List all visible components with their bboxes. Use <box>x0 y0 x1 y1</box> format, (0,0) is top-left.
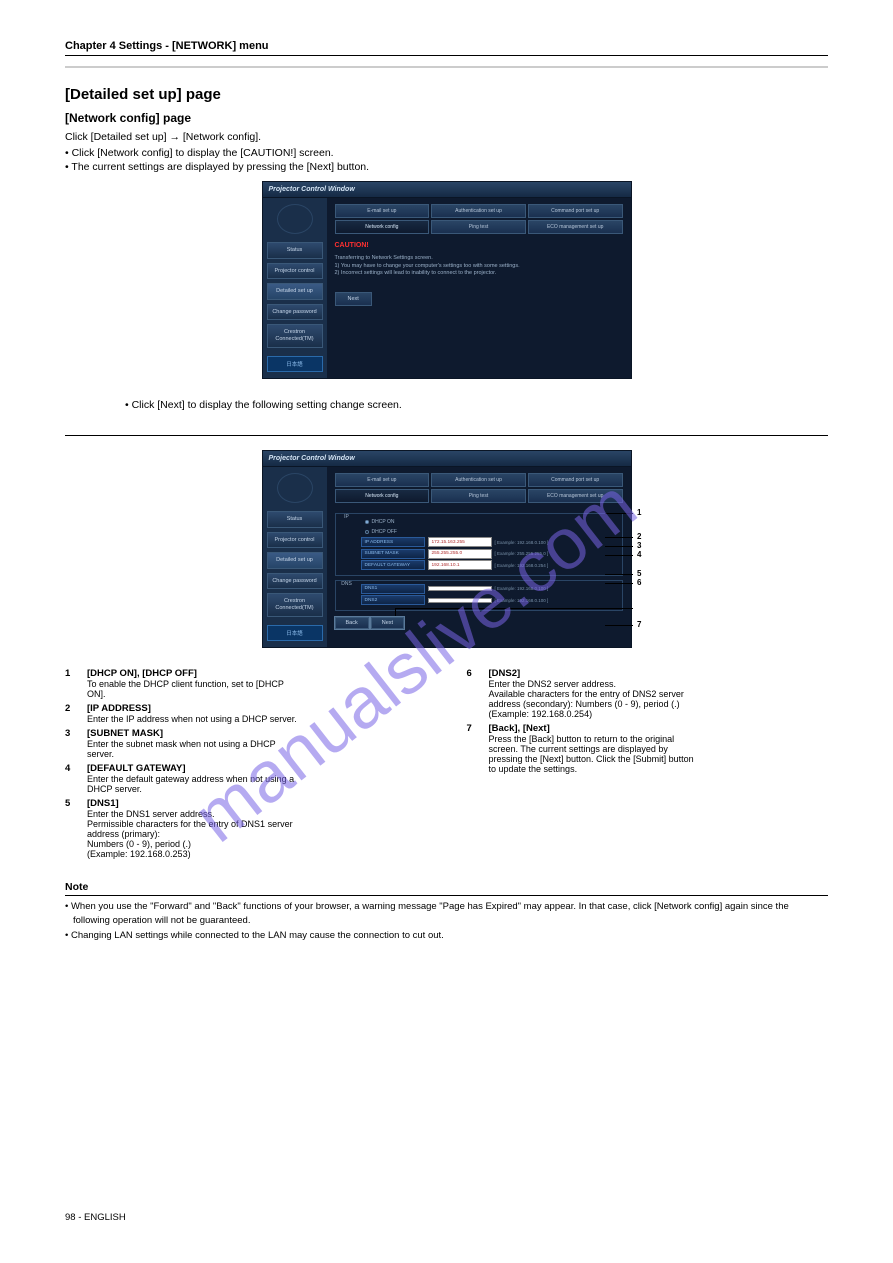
sidebar-change-password-2[interactable]: Change password <box>267 573 323 590</box>
dns-section-label: DNS <box>336 581 358 610</box>
sidebar-language-2[interactable]: 日本語 <box>267 625 323 641</box>
gateway-example: [ Example: 192.168.0.254 ] <box>495 563 549 568</box>
tab-command-port[interactable]: Command port set up <box>528 204 623 218</box>
sidebar-status[interactable]: Status <box>267 242 323 259</box>
projector-window: Projector Control Window Status Projecto… <box>262 181 632 379</box>
caution-desc-1: Transferring to Network Settings screen. <box>335 255 623 263</box>
gateway-label: DEFAULT GATEWAY <box>361 560 425 570</box>
callout-1: 1 <box>637 508 641 517</box>
sidebar-projector-control[interactable]: Projector control <box>267 263 323 280</box>
ip-section-label: IP <box>336 514 358 575</box>
screenshot-1: Projector Control Window Status Projecto… <box>65 181 828 379</box>
subnet-example: [ Example: 255.255.255.0 ] <box>495 551 549 556</box>
section-subtitle: [Network config] page <box>65 111 828 125</box>
window-title: Projector Control Window <box>263 182 631 198</box>
def-4-desc: Enter the default gateway address when n… <box>87 774 297 794</box>
logo-icon-2 <box>277 473 313 503</box>
subnet-label: SUBNET MASK <box>361 549 425 559</box>
page-footer: 98 - ENGLISH <box>65 1212 828 1223</box>
page-number: 98 - ENGLISH <box>65 1212 126 1223</box>
dns2-label: DNS2 <box>361 595 425 605</box>
callout-3: 3 <box>637 541 641 550</box>
tab-network-config[interactable]: Network config <box>335 220 430 234</box>
window-title-2: Projector Control Window <box>263 451 631 467</box>
sidebar-detailed-setup-2[interactable]: Detailed set up <box>267 552 323 569</box>
tab-auth-2[interactable]: Authentication set up <box>431 473 526 487</box>
dns2-example: [ Example: 192.168.0.100 ] <box>495 598 549 603</box>
main-panel-2: E-mail set up Authentication set up Comm… <box>327 467 631 647</box>
ip-address-input[interactable]: 172.15.163.255 <box>428 537 492 547</box>
def-3-title: [SUBNET MASK] <box>87 728 207 739</box>
dhcp-off-radio[interactable]: DHCP OFF <box>361 527 619 537</box>
bullet-1: • Click [Network config] to display the … <box>65 147 828 159</box>
tab-eco[interactable]: ECO management set up <box>528 220 623 234</box>
sidebar-projector-control-2[interactable]: Projector control <box>267 532 323 549</box>
tab-ping-2[interactable]: Ping test <box>431 489 526 503</box>
back-button[interactable]: Back <box>335 617 369 629</box>
logo-icon <box>277 204 313 234</box>
screenshot-2: Projector Control Window Status Projecto… <box>65 450 828 648</box>
caution-text: CAUTION! <box>335 242 623 249</box>
def-6-title: [DNS2] <box>489 668 609 679</box>
def-2-title: [IP ADDRESS] <box>87 703 207 714</box>
sidebar-detailed-setup[interactable]: Detailed set up <box>267 283 323 300</box>
sidebar-language[interactable]: 日本語 <box>267 356 323 372</box>
tab-email-2[interactable]: E-mail set up <box>335 473 430 487</box>
def-3-desc: Enter the subnet mask when not using a D… <box>87 739 297 759</box>
divider <box>65 66 828 68</box>
rule <box>65 435 828 436</box>
sidebar-crestron[interactable]: Crestron Connected(TM) <box>267 324 323 347</box>
next-button-2[interactable]: Next <box>371 617 404 629</box>
def-7-desc: Press the [Back] button to return to the… <box>489 734 699 774</box>
subnet-input[interactable]: 255.255.255.0 <box>428 549 492 559</box>
def-1-desc: To enable the DHCP client function, set … <box>87 679 297 699</box>
note-list: • When you use the "Forward" and "Back" … <box>65 900 828 943</box>
intro-text: Click [Detailed set up] → [Network confi… <box>65 131 828 143</box>
dns2-input[interactable] <box>428 598 492 603</box>
callout-5: 5 <box>637 569 641 578</box>
ip-address-label: IP ADDRESS <box>361 537 425 547</box>
click-next-text: • Click [Next] to display the following … <box>125 399 828 411</box>
tab-eco-2[interactable]: ECO management set up <box>528 489 623 503</box>
definitions-list: 1[DHCP ON], [DHCP OFF]To enable the DHCP… <box>65 668 828 863</box>
tab-auth[interactable]: Authentication set up <box>431 204 526 218</box>
ip-address-example: [ Example: 192.168.0.100 ] <box>495 540 549 545</box>
caution-desc-2: 1) You may have to change your computer'… <box>335 263 623 271</box>
bullet-2: • The current settings are displayed by … <box>65 161 828 173</box>
def-1-title: [DHCP ON], [DHCP OFF] <box>87 668 207 679</box>
sidebar-crestron-2[interactable]: Crestron Connected(TM) <box>267 593 323 616</box>
dns1-label: DNS1 <box>361 584 425 594</box>
def-2-desc: Enter the IP address when not using a DH… <box>87 714 297 724</box>
chapter-header: Chapter 4 Settings - [NETWORK] menu <box>65 40 828 56</box>
dhcp-on-radio[interactable]: DHCP ON <box>361 517 619 527</box>
tab-network-config-2[interactable]: Network config <box>335 489 430 503</box>
def-5-title: [DNS1] <box>87 798 207 809</box>
callout-4: 4 <box>637 550 641 559</box>
caution-desc-3: 2) Incorrect settings will lead to inabi… <box>335 270 623 278</box>
dns1-input[interactable] <box>428 586 492 591</box>
callout-7: 7 <box>637 620 641 629</box>
next-button[interactable]: Next <box>335 292 372 306</box>
sidebar-status-2[interactable]: Status <box>267 511 323 528</box>
tab-ping[interactable]: Ping test <box>431 220 526 234</box>
tab-email[interactable]: E-mail set up <box>335 204 430 218</box>
main-panel: E-mail set up Authentication set up Comm… <box>327 198 631 378</box>
def-7-title: [Back], [Next] <box>489 723 609 734</box>
page-title: [Detailed set up] page <box>65 86 828 103</box>
def-6-desc: Enter the DNS2 server address. Available… <box>489 679 699 719</box>
def-5-desc: Enter the DNS1 server address. Permissib… <box>87 809 297 859</box>
tab-command-port-2[interactable]: Command port set up <box>528 473 623 487</box>
sidebar-change-password[interactable]: Change password <box>267 304 323 321</box>
callout-6: 6 <box>637 578 641 587</box>
sidebar: Status Projector control Detailed set up… <box>263 198 327 378</box>
gateway-input[interactable]: 192.168.10.1 <box>428 560 492 570</box>
dns1-example: [ Example: 192.168.0.100 ] <box>495 586 549 591</box>
sidebar-2: Status Projector control Detailed set up… <box>263 467 327 647</box>
projector-window-2: Projector Control Window Status Projecto… <box>262 450 632 648</box>
callout-2: 2 <box>637 532 641 541</box>
note-heading: Note <box>65 881 828 896</box>
def-4-title: [DEFAULT GATEWAY] <box>87 763 207 774</box>
